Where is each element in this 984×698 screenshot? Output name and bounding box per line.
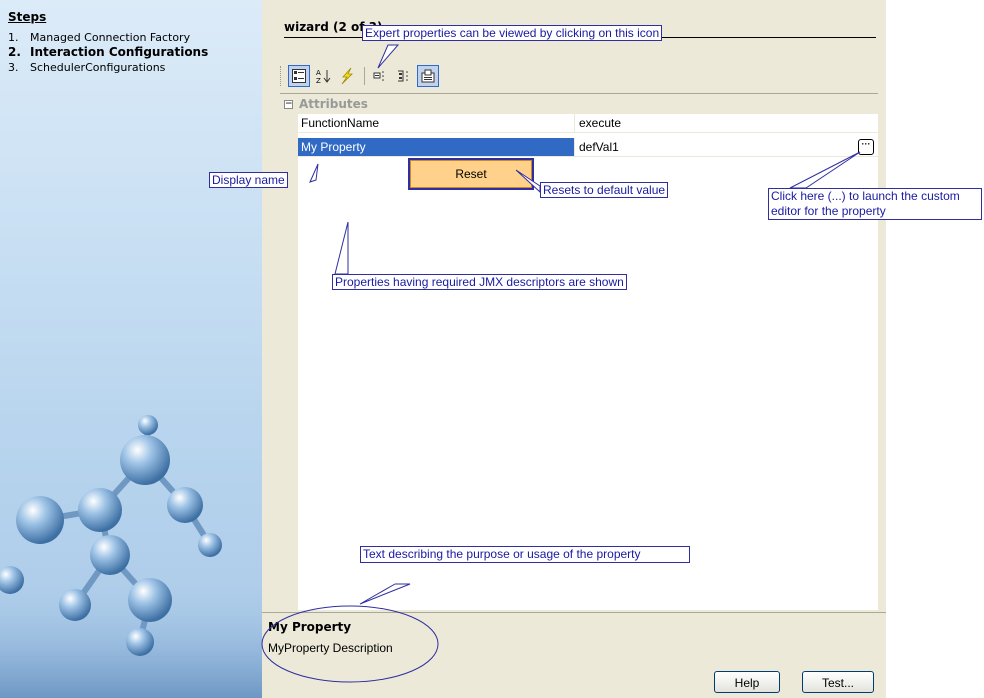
event-icon[interactable]: [369, 65, 391, 87]
property-row[interactable]: FunctionName execute: [298, 114, 878, 133]
callout-custom-editor: Click here (...) to launch the custom ed…: [768, 188, 982, 220]
expert-properties-icon[interactable]: [336, 65, 358, 87]
group-label: Attributes: [299, 97, 368, 111]
categorized-icon[interactable]: [288, 65, 310, 87]
step-item-2[interactable]: 2. Interaction Configurations: [8, 45, 208, 60]
toolbar-grip[interactable]: [280, 66, 284, 86]
description-divider: [262, 612, 886, 613]
property-value[interactable]: execute: [574, 114, 878, 132]
step-label: SchedulerConfigurations: [30, 61, 166, 74]
property-name[interactable]: FunctionName: [298, 114, 574, 132]
alphabetical-sort-icon[interactable]: AZ: [312, 65, 334, 87]
property-toolbar: AZ: [280, 63, 441, 89]
reset-button[interactable]: Reset: [408, 158, 534, 190]
molecule-graphic: [0, 415, 262, 698]
attributes-group-header[interactable]: − Attributes: [280, 96, 878, 114]
property-value-text: defVal1: [579, 140, 619, 154]
callout-reset: Resets to default value: [540, 182, 669, 198]
steps-list: 1. Managed Connection Factory 2. Interac…: [8, 30, 208, 75]
steps-title: Steps: [8, 10, 47, 24]
test-button[interactable]: Test...: [802, 671, 874, 693]
steps-panel: Steps 1. Managed Connection Factory 2. I…: [0, 0, 262, 698]
svg-text:A: A: [316, 69, 321, 77]
svg-text:Z: Z: [316, 77, 321, 84]
step-label: Managed Connection Factory: [30, 31, 191, 44]
toolbar-divider: [280, 93, 878, 94]
method-icon[interactable]: [393, 65, 415, 87]
property-row-selected[interactable]: My Property defVal1 ···: [298, 138, 878, 157]
step-item-3[interactable]: 3. SchedulerConfigurations: [8, 60, 208, 75]
toolbar-separator: [364, 67, 365, 85]
property-sheet: − Attributes FunctionName execute My Pro…: [280, 96, 878, 610]
property-gutter: [280, 114, 298, 610]
description-text: MyProperty Description: [268, 641, 393, 655]
wizard-panel: wizard (2 of 3) AZ − Attributes Function…: [262, 0, 886, 698]
step-label: Interaction Configurations: [30, 45, 209, 59]
help-button[interactable]: Help: [714, 671, 780, 693]
properties-icon[interactable]: [417, 65, 439, 87]
custom-editor-button[interactable]: ···: [858, 139, 874, 155]
property-value-field[interactable]: defVal1 ···: [574, 138, 878, 156]
property-name[interactable]: My Property: [298, 138, 574, 156]
callout-description: Text describing the purpose or usage of …: [360, 546, 690, 563]
callout-expert-properties: Expert properties can be viewed by click…: [362, 25, 663, 41]
callout-display-name: Display name: [209, 172, 288, 188]
step-item-1[interactable]: 1. Managed Connection Factory: [8, 30, 208, 45]
description-title: My Property: [268, 620, 352, 634]
callout-jmx: Properties having required JMX descripto…: [332, 274, 627, 290]
collapse-icon[interactable]: −: [284, 100, 293, 109]
